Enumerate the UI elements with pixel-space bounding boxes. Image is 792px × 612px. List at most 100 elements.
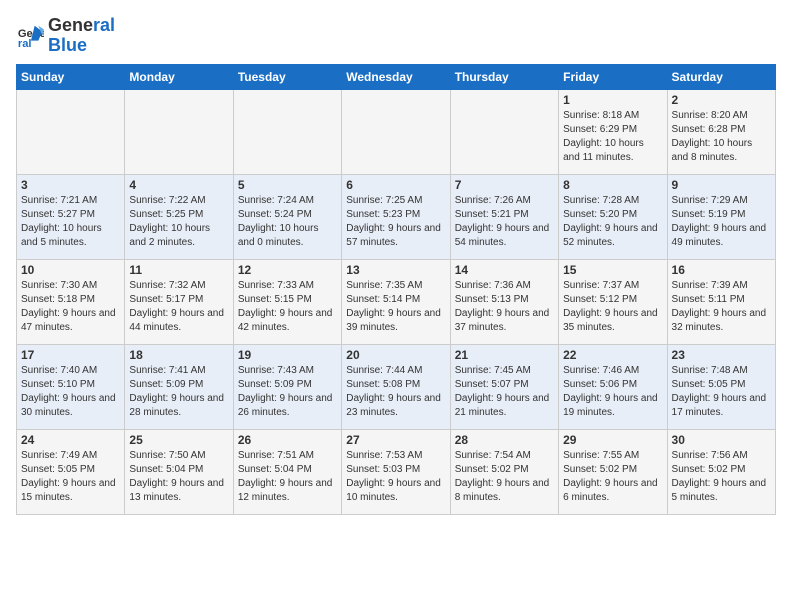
day-number: 6 [346,178,445,192]
calendar-cell [125,89,233,174]
day-number: 20 [346,348,445,362]
calendar-cell: 17Sunrise: 7:40 AM Sunset: 5:10 PM Dayli… [17,344,125,429]
day-info: Sunrise: 7:55 AM Sunset: 5:02 PM Dayligh… [563,449,662,505]
calendar-cell: 14 Sunrise: 7:36 AM Sunset: 5:13 PM Dayli… [450,259,558,344]
calendar-cell: 10Sunrise: 7:30 AM Sunset: 5:18 PM Dayli… [17,259,125,344]
day-number: 5 [238,178,337,192]
calendar-cell [342,89,450,174]
calendar-cell: 2 Sunrise: 8:20 AM Sunset: 6:28 PM Daylig… [667,89,775,174]
day-info: Sunrise: 7:39 AM Sunset: 5:11 PM Dayligh… [672,279,771,335]
calendar-table: SundayMondayTuesdayWednesdayThursdayFrid… [16,64,776,515]
weekday-header-thursday: Thursday [450,64,558,89]
day-number: 23 [672,348,771,362]
day-info: Sunrise: 7:25 AM Sunset: 5:23 PM Dayligh… [346,194,445,250]
day-number: 9 [672,178,771,192]
day-number: 16 [672,263,771,277]
day-info: Sunrise: 7:35 AM Sunset: 5:14 PM Dayligh… [346,279,445,335]
day-number: 27 [346,433,445,447]
day-info: Sunrise: 7:26 AM Sunset: 5:21 PM Dayligh… [455,194,554,250]
calendar-cell: 3Sunrise: 7:21 AM Sunset: 5:27 PM Daylig… [17,174,125,259]
day-number: 25 [129,433,228,447]
day-info: Sunrise: 8:18 AM Sunset: 6:29 PM Dayligh… [563,109,662,165]
day-number: 18 [129,348,228,362]
day-number: 8 [563,178,662,192]
calendar-cell [450,89,558,174]
calendar-cell: 7 Sunrise: 7:26 AM Sunset: 5:21 PM Daylig… [450,174,558,259]
calendar-cell: 11 Sunrise: 7:32 AM Sunset: 5:17 PM Dayli… [125,259,233,344]
day-number: 10 [21,263,120,277]
day-info: Sunrise: 7:28 AM Sunset: 5:20 PM Dayligh… [563,194,662,250]
day-info: Sunrise: 7:36 AM Sunset: 5:13 PM Dayligh… [455,279,554,335]
calendar-cell: 26 Sunrise: 7:51 AM Sunset: 5:04 PM Dayli… [233,429,341,514]
day-info: Sunrise: 7:37 AM Sunset: 5:12 PM Dayligh… [563,279,662,335]
calendar-cell: 9 Sunrise: 7:29 AM Sunset: 5:19 PM Daylig… [667,174,775,259]
day-info: Sunrise: 7:41 AM Sunset: 5:09 PM Dayligh… [129,364,228,420]
day-info: Sunrise: 7:56 AM Sunset: 5:02 PM Dayligh… [672,449,771,505]
day-number: 2 [672,93,771,107]
calendar-week-row: 17Sunrise: 7:40 AM Sunset: 5:10 PM Dayli… [17,344,776,429]
day-info: Sunrise: 7:21 AM Sunset: 5:27 PM Dayligh… [21,194,120,250]
calendar-cell: 30 Sunrise: 7:56 AM Sunset: 5:02 PM Dayli… [667,429,775,514]
calendar-cell: 19Sunrise: 7:43 AM Sunset: 5:09 PM Dayli… [233,344,341,429]
day-info: Sunrise: 7:50 AM Sunset: 5:04 PM Dayligh… [129,449,228,505]
calendar-week-row: 3Sunrise: 7:21 AM Sunset: 5:27 PM Daylig… [17,174,776,259]
day-info: Sunrise: 7:32 AM Sunset: 5:17 PM Dayligh… [129,279,228,335]
day-info: Sunrise: 7:24 AM Sunset: 5:24 PM Dayligh… [238,194,337,250]
logo: Gene ral General Blue [16,16,115,56]
day-number: 11 [129,263,228,277]
calendar-header: SundayMondayTuesdayWednesdayThursdayFrid… [17,64,776,89]
day-number: 15 [563,263,662,277]
weekday-header-tuesday: Tuesday [233,64,341,89]
day-info: Sunrise: 7:48 AM Sunset: 5:05 PM Dayligh… [672,364,771,420]
svg-text:ral: ral [18,38,32,50]
day-number: 13 [346,263,445,277]
calendar-cell: 16 Sunrise: 7:39 AM Sunset: 5:11 PM Dayli… [667,259,775,344]
day-info: Sunrise: 7:51 AM Sunset: 5:04 PM Dayligh… [238,449,337,505]
calendar-cell: 23 Sunrise: 7:48 AM Sunset: 5:05 PM Dayli… [667,344,775,429]
weekday-header-wednesday: Wednesday [342,64,450,89]
calendar-cell: 5 Sunrise: 7:24 AM Sunset: 5:24 PM Daylig… [233,174,341,259]
day-number: 4 [129,178,228,192]
weekday-header-sunday: Sunday [17,64,125,89]
day-number: 1 [563,93,662,107]
day-info: Sunrise: 7:40 AM Sunset: 5:10 PM Dayligh… [21,364,120,420]
day-info: Sunrise: 7:43 AM Sunset: 5:09 PM Dayligh… [238,364,337,420]
day-info: Sunrise: 8:20 AM Sunset: 6:28 PM Dayligh… [672,109,771,165]
day-number: 29 [563,433,662,447]
calendar-cell: 21 Sunrise: 7:45 AM Sunset: 5:07 PM Dayli… [450,344,558,429]
day-number: 26 [238,433,337,447]
calendar-week-row: 1 Sunrise: 8:18 AM Sunset: 6:29 PM Daylig… [17,89,776,174]
weekday-header-saturday: Saturday [667,64,775,89]
calendar-cell: 22 Sunrise: 7:46 AM Sunset: 5:06 PM Dayli… [559,344,667,429]
calendar-cell: 12 Sunrise: 7:33 AM Sunset: 5:15 PM Dayli… [233,259,341,344]
calendar-cell: 4 Sunrise: 7:22 AM Sunset: 5:25 PM Daylig… [125,174,233,259]
calendar-cell: 20Sunrise: 7:44 AM Sunset: 5:08 PM Dayli… [342,344,450,429]
calendar-week-row: 10Sunrise: 7:30 AM Sunset: 5:18 PM Dayli… [17,259,776,344]
calendar-cell: 15 Sunrise: 7:37 AM Sunset: 5:12 PM Dayli… [559,259,667,344]
day-number: 30 [672,433,771,447]
day-number: 22 [563,348,662,362]
day-info: Sunrise: 7:22 AM Sunset: 5:25 PM Dayligh… [129,194,228,250]
header: Gene ral General Blue [16,16,776,56]
calendar-cell: 29 Sunrise: 7:55 AM Sunset: 5:02 PM Dayli… [559,429,667,514]
calendar-cell: 25 Sunrise: 7:50 AM Sunset: 5:04 PM Dayli… [125,429,233,514]
calendar-week-row: 24Sunrise: 7:49 AM Sunset: 5:05 PM Dayli… [17,429,776,514]
calendar-cell: 28 Sunrise: 7:54 AM Sunset: 5:02 PM Dayli… [450,429,558,514]
day-info: Sunrise: 7:54 AM Sunset: 5:02 PM Dayligh… [455,449,554,505]
day-info: Sunrise: 7:45 AM Sunset: 5:07 PM Dayligh… [455,364,554,420]
weekday-header-friday: Friday [559,64,667,89]
day-number: 12 [238,263,337,277]
day-number: 21 [455,348,554,362]
calendar-cell [233,89,341,174]
day-info: Sunrise: 7:33 AM Sunset: 5:15 PM Dayligh… [238,279,337,335]
calendar-cell: 1 Sunrise: 8:18 AM Sunset: 6:29 PM Daylig… [559,89,667,174]
day-number: 28 [455,433,554,447]
day-number: 7 [455,178,554,192]
calendar-cell: 27Sunrise: 7:53 AM Sunset: 5:03 PM Dayli… [342,429,450,514]
calendar-cell: 8 Sunrise: 7:28 AM Sunset: 5:20 PM Daylig… [559,174,667,259]
calendar-cell: 6 Sunrise: 7:25 AM Sunset: 5:23 PM Daylig… [342,174,450,259]
day-number: 14 [455,263,554,277]
day-info: Sunrise: 7:46 AM Sunset: 5:06 PM Dayligh… [563,364,662,420]
day-info: Sunrise: 7:49 AM Sunset: 5:05 PM Dayligh… [21,449,120,505]
day-info: Sunrise: 7:29 AM Sunset: 5:19 PM Dayligh… [672,194,771,250]
